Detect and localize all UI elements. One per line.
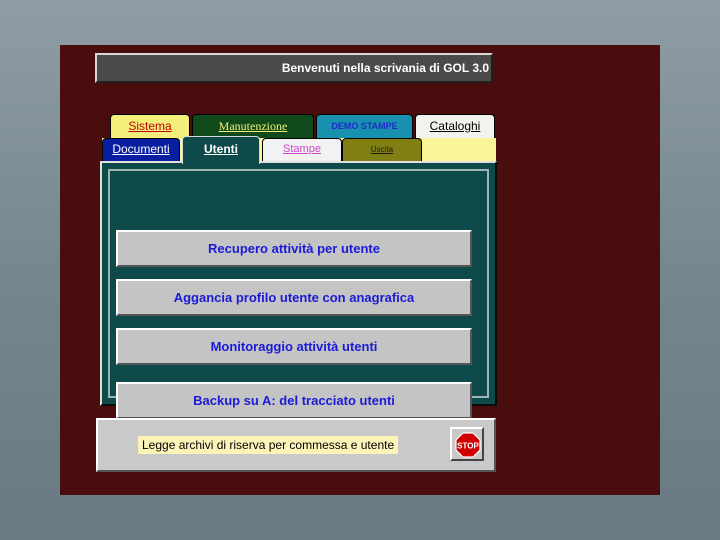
tab-demo-stampe[interactable]: DEMO STAMPE bbox=[316, 114, 413, 138]
tab-uscita-label: Uscita bbox=[370, 145, 394, 154]
tab-stampe-label: Stampe bbox=[283, 143, 321, 155]
status-panel: Legge archivi di riserva per commessa e … bbox=[96, 418, 496, 472]
monitoraggio-attivita-button[interactable]: Monitoraggio attività utenti bbox=[116, 328, 472, 365]
main-window: Benvenuti nella scrivania di GOL 3.0 Sis… bbox=[60, 45, 660, 495]
button-area: Recupero attività per utente Aggancia pr… bbox=[100, 161, 497, 419]
tab-documenti-label: Documenti bbox=[112, 142, 170, 156]
tab-utenti-label: Utenti bbox=[204, 142, 238, 156]
recupero-attivita-button[interactable]: Recupero attività per utente bbox=[116, 230, 472, 267]
tab-utenti[interactable]: Utenti bbox=[182, 136, 260, 164]
tab-stampe[interactable]: Stampe bbox=[262, 138, 342, 161]
window-title: Benvenuti nella scrivania di GOL 3.0 bbox=[281, 61, 489, 75]
tab-sistema-label: Sistema bbox=[128, 119, 172, 133]
tab-cataloghi[interactable]: Cataloghi bbox=[415, 114, 495, 138]
aggancia-profilo-button[interactable]: Aggancia profilo utente con anagrafica bbox=[116, 279, 472, 316]
tab-cataloghi-label: Cataloghi bbox=[429, 119, 481, 133]
stop-label: STOP bbox=[457, 442, 479, 451]
tab-documenti[interactable]: Documenti bbox=[102, 138, 180, 161]
tab-uscita[interactable]: Uscita bbox=[342, 138, 422, 161]
stop-sign-icon: STOP bbox=[455, 432, 481, 458]
backup-tracciato-button[interactable]: Backup su A: del tracciato utenti bbox=[116, 382, 472, 419]
tab-manutenzione-label: Manutenzione bbox=[218, 119, 288, 133]
status-text: Legge archivi di riserva per commessa e … bbox=[138, 436, 399, 454]
stop-button[interactable]: STOP bbox=[450, 427, 484, 461]
title-bar: Benvenuti nella scrivania di GOL 3.0 bbox=[95, 53, 493, 83]
tab-manutenzione[interactable]: Manutenzione bbox=[192, 114, 314, 138]
tab-demo-stampe-label: DEMO STAMPE bbox=[331, 121, 398, 131]
tab-sistema[interactable]: Sistema bbox=[110, 114, 190, 138]
